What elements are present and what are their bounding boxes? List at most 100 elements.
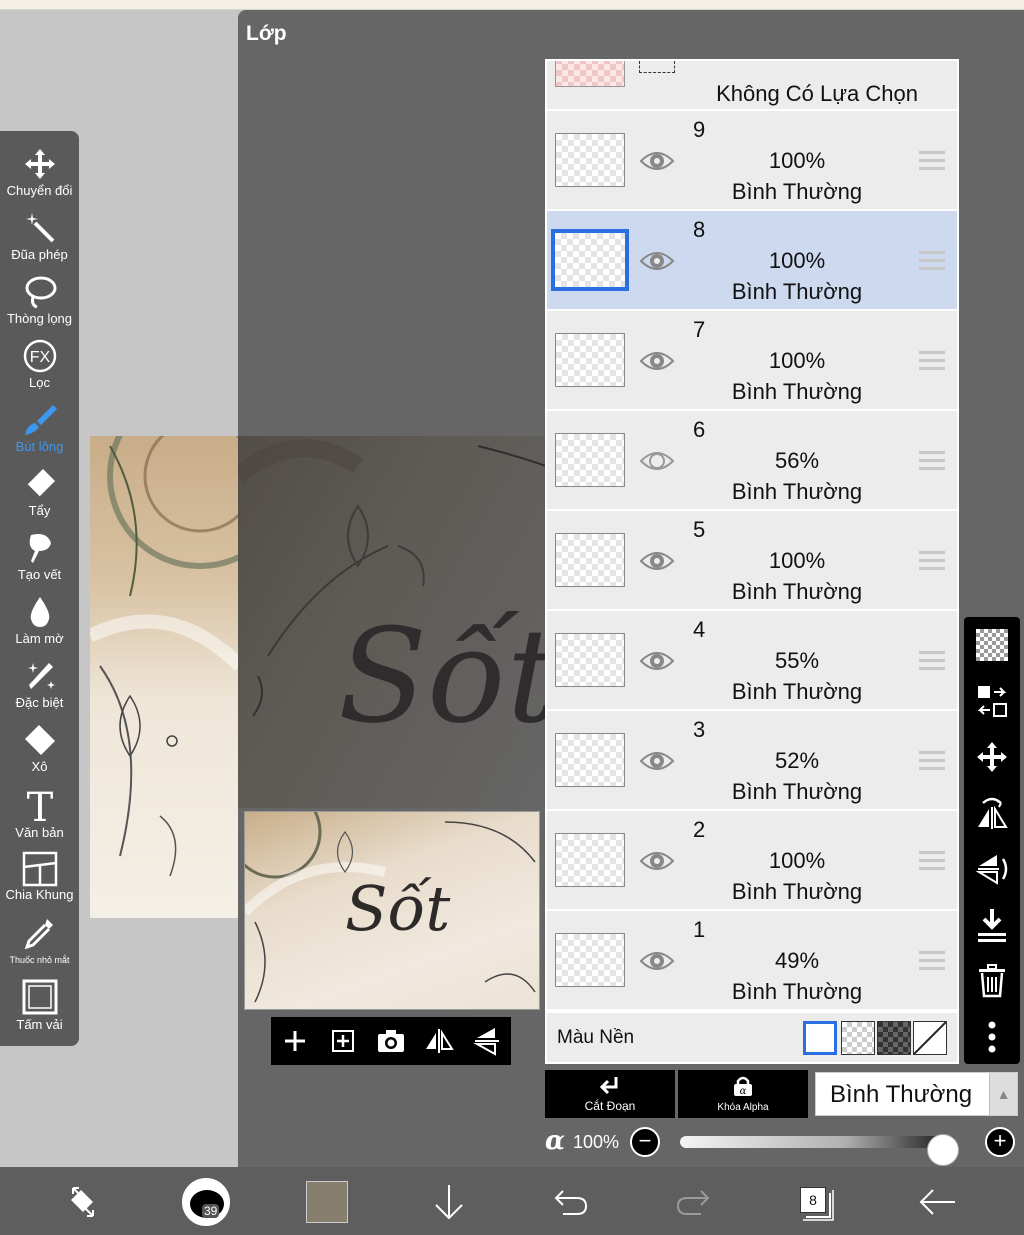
bg-white-swatch[interactable] bbox=[803, 1021, 837, 1055]
opacity-decrease-button[interactable]: − bbox=[630, 1127, 660, 1157]
move-layer-button[interactable] bbox=[972, 737, 1012, 777]
tool-frame-divider[interactable]: Chia Khung bbox=[0, 845, 79, 909]
selection-layer-row[interactable]: Không Có Lựa Chọn bbox=[547, 61, 957, 111]
drag-handle-icon[interactable] bbox=[919, 351, 945, 375]
artwork-visible bbox=[90, 436, 240, 918]
eye-icon[interactable] bbox=[639, 847, 675, 875]
drag-handle-icon[interactable] bbox=[919, 551, 945, 575]
tool-transform[interactable]: Chuyển đổi bbox=[0, 141, 79, 205]
back-button[interactable] bbox=[912, 1177, 962, 1227]
eye-icon[interactable] bbox=[639, 947, 675, 975]
layer-row[interactable]: 3 52% Bình Thường bbox=[547, 711, 957, 811]
eye-icon[interactable] bbox=[639, 447, 675, 475]
drag-handle-icon[interactable] bbox=[919, 451, 945, 475]
layer-thumbnail[interactable] bbox=[555, 833, 625, 887]
layer-row[interactable]: 5 100% Bình Thường bbox=[547, 511, 957, 611]
clipping-button[interactable]: Cắt Đoạn bbox=[545, 1070, 675, 1118]
redo-button[interactable] bbox=[668, 1177, 718, 1227]
drag-handle-icon[interactable] bbox=[919, 251, 945, 275]
layer-row[interactable]: 2 100% Bình Thường bbox=[547, 811, 957, 911]
layer-thumbnail[interactable] bbox=[555, 533, 625, 587]
eye-icon[interactable] bbox=[639, 247, 675, 275]
drag-handle-icon[interactable] bbox=[919, 751, 945, 775]
layer-number: 9 bbox=[693, 117, 706, 142]
tool-canvas[interactable]: Tấm vải bbox=[0, 973, 79, 1037]
eye-icon[interactable] bbox=[639, 147, 675, 175]
flip-vertical-button[interactable] bbox=[467, 1021, 507, 1061]
tool-label: Tẩy bbox=[28, 503, 51, 518]
drag-handle-icon[interactable] bbox=[919, 151, 945, 175]
special-pen-icon bbox=[27, 663, 55, 689]
preview-script-text: Sốt bbox=[338, 600, 546, 752]
drag-handle-icon[interactable] bbox=[919, 851, 945, 875]
tool-special[interactable]: Đặc biệt bbox=[0, 653, 79, 717]
brush-size-button[interactable]: 39 bbox=[180, 1177, 232, 1227]
tool-lasso[interactable]: Thòng lọng bbox=[0, 269, 79, 333]
layer-thumbnail[interactable] bbox=[555, 733, 625, 787]
tool-label: Thuốc nhỏ mắt bbox=[9, 955, 70, 965]
layer-thumbnail[interactable] bbox=[551, 229, 629, 291]
tool-text[interactable]: T Văn bản bbox=[0, 781, 79, 845]
canvas-thumbnail[interactable]: Sốt bbox=[244, 811, 540, 1010]
layer-thumbnail[interactable] bbox=[555, 133, 625, 187]
delete-layer-button[interactable] bbox=[972, 961, 1012, 1001]
eye-icon[interactable] bbox=[639, 547, 675, 575]
eye-icon[interactable] bbox=[639, 347, 675, 375]
merge-down-button[interactable] bbox=[972, 905, 1012, 945]
opacity-slider-knob[interactable] bbox=[927, 1134, 959, 1166]
layer-thumbnail[interactable] bbox=[555, 933, 625, 987]
layer-thumbnail[interactable] bbox=[555, 633, 625, 687]
tool-label: Thòng lọng bbox=[6, 311, 73, 326]
layers-button[interactable]: 8 bbox=[790, 1177, 840, 1227]
tool-filter[interactable]: FX Lọc bbox=[0, 333, 79, 397]
layer-row[interactable]: 9 100% Bình Thường bbox=[547, 111, 957, 211]
more-options-button[interactable] bbox=[972, 1017, 1012, 1057]
bg-transparent-light-swatch[interactable] bbox=[841, 1021, 875, 1055]
flip-horizontal-button[interactable] bbox=[419, 1021, 459, 1061]
undo-icon bbox=[554, 1190, 588, 1215]
transfer-layer-button[interactable] bbox=[972, 681, 1012, 721]
background-label: Màu Nền bbox=[557, 1027, 635, 1048]
tool-bucket[interactable]: Xô bbox=[0, 717, 79, 781]
lock-alpha-icon: α bbox=[734, 1076, 752, 1097]
fx-icon: FX bbox=[23, 339, 56, 373]
tool-magic-wand[interactable]: Đũa phép bbox=[0, 205, 79, 269]
blend-mode-select[interactable]: Bình Thường ▲ bbox=[815, 1072, 1018, 1116]
tool-smudge[interactable]: Tạo vết bbox=[0, 525, 79, 589]
flip-layer-horizontal-button[interactable] bbox=[972, 793, 1012, 833]
download-button[interactable] bbox=[424, 1177, 474, 1227]
drag-handle-icon[interactable] bbox=[919, 951, 945, 975]
tool-brush[interactable]: Bút lông bbox=[0, 397, 79, 461]
bg-none-swatch[interactable] bbox=[913, 1021, 947, 1055]
checker-layer-button[interactable] bbox=[972, 625, 1012, 665]
drag-handle-icon[interactable] bbox=[919, 651, 945, 675]
tool-blur[interactable]: Làm mờ bbox=[0, 589, 79, 653]
layer-row[interactable]: 8 100% Bình Thường bbox=[547, 211, 957, 311]
flip-layer-vertical-button[interactable] bbox=[972, 849, 1012, 889]
opacity-increase-button[interactable]: + bbox=[985, 1127, 1015, 1157]
layer-row[interactable]: 6 56% Bình Thường bbox=[547, 411, 957, 511]
duplicate-layer-button[interactable] bbox=[323, 1021, 363, 1061]
alpha-lock-button[interactable]: α Khóa Alpha bbox=[678, 1070, 808, 1118]
quick-transform-button[interactable] bbox=[58, 1177, 108, 1227]
layer-number: 2 bbox=[693, 817, 706, 842]
tool-label: Tấm vải bbox=[16, 1017, 63, 1032]
layer-row[interactable]: 1 49% Bình Thường bbox=[547, 911, 957, 1011]
color-button[interactable] bbox=[302, 1177, 352, 1227]
alpha-symbol: α bbox=[545, 1126, 566, 1156]
tool-label: Làm mờ bbox=[15, 631, 64, 646]
eye-icon[interactable] bbox=[639, 747, 675, 775]
tool-eraser[interactable]: Tẩy bbox=[0, 461, 79, 525]
add-layer-button[interactable] bbox=[275, 1021, 315, 1061]
layer-row[interactable]: 7 100% Bình Thường bbox=[547, 311, 957, 411]
eye-icon[interactable] bbox=[639, 647, 675, 675]
tool-eyedropper[interactable]: Thuốc nhỏ mắt bbox=[0, 909, 79, 973]
bg-transparent-dark-swatch[interactable] bbox=[877, 1021, 911, 1055]
undo-button[interactable] bbox=[546, 1177, 596, 1227]
layer-thumbnail[interactable] bbox=[555, 433, 625, 487]
opacity-slider[interactable] bbox=[680, 1134, 959, 1166]
canvas-preview[interactable]: Sốt bbox=[238, 436, 546, 808]
layer-thumbnail[interactable] bbox=[555, 333, 625, 387]
layer-row[interactable]: 4 55% Bình Thường bbox=[547, 611, 957, 711]
camera-import-button[interactable] bbox=[371, 1021, 411, 1061]
